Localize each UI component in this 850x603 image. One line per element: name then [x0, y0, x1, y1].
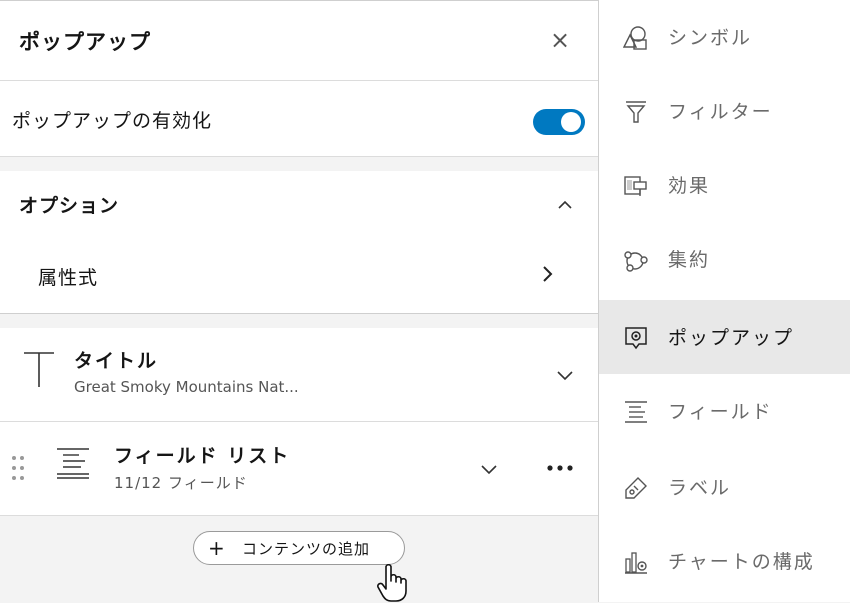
panel-header: ポップアップ ×: [0, 1, 598, 81]
text-icon: [24, 352, 54, 387]
sidebar-item-label: シンボル: [668, 27, 753, 49]
more-options-icon[interactable]: [544, 456, 576, 480]
label-icon: [625, 477, 647, 499]
sidebar-item-label: フィールド: [668, 401, 773, 423]
options-section: オプション 属性式: [0, 171, 598, 314]
popup-icon: [625, 327, 647, 350]
close-icon: ×: [549, 26, 571, 54]
sidebar-item-popup[interactable]: ポップアップ: [599, 300, 850, 374]
hand-cursor-icon: [377, 563, 407, 602]
close-button[interactable]: ×: [546, 26, 574, 54]
panel-title: ポップアップ: [19, 30, 151, 54]
drag-handle-icon[interactable]: [10, 454, 26, 482]
sidebar-item-label: ポップアップ: [668, 327, 795, 349]
chart-config-icon: [625, 552, 647, 574]
attribute-expressions-item[interactable]: 属性式: [38, 263, 98, 290]
popup-panel: ポップアップ × ポップアップの有効化 オプション 属性式 タイトル Great…: [0, 0, 598, 602]
chevron-up-icon[interactable]: [553, 193, 577, 217]
field-list-card-name: フィールド リスト: [114, 445, 291, 467]
plus-icon: +: [208, 536, 225, 560]
enable-popup-label: ポップアップの有効化: [12, 110, 213, 132]
sidebar-item-label: チャートの構成: [668, 551, 815, 573]
chevron-down-icon[interactable]: [478, 458, 500, 480]
title-content-card[interactable]: タイトル Great Smoky Mountains Nat...: [0, 328, 598, 422]
enable-popup-row: ポップアップの有効化: [0, 81, 598, 157]
sidebar-item-effects[interactable]: 効果: [599, 148, 850, 222]
sidebar-item-filter[interactable]: フィルター: [599, 74, 850, 148]
field-list-icon: [57, 448, 89, 479]
sidebar-item-label: ラベル: [668, 477, 732, 499]
title-card-subtitle: Great Smoky Mountains Nat...: [74, 378, 299, 396]
toggle-knob: [561, 112, 581, 132]
title-card-name: タイトル: [74, 350, 159, 372]
sidebar-item-label: 集約: [668, 249, 711, 271]
aggregation-icon: [624, 251, 648, 272]
enable-popup-toggle[interactable]: [533, 109, 585, 135]
field-list-content-card[interactable]: フィールド リスト 11/12 フィールド: [0, 422, 598, 516]
filter-icon: [626, 101, 646, 123]
sidebar-item-chart-config[interactable]: チャートの構成: [599, 524, 850, 598]
layer-settings-sidebar: シンボル フィルター 効果 集約 ポップアップ フィールド ラベル チャートの構…: [598, 0, 850, 602]
add-content-button[interactable]: + コンテンツの追加: [193, 531, 405, 565]
sidebar-item-fields[interactable]: フィールド: [599, 374, 850, 448]
options-heading: オプション: [19, 195, 120, 217]
add-content-label: コンテンツの追加: [242, 540, 371, 558]
sidebar-item-labels[interactable]: ラベル: [599, 450, 850, 524]
chevron-right-icon[interactable]: [536, 263, 558, 285]
sidebar-item-aggregation[interactable]: 集約: [599, 222, 850, 296]
chevron-down-icon[interactable]: [554, 364, 576, 386]
sidebar-item-symbol[interactable]: シンボル: [599, 0, 850, 74]
sidebar-item-label: フィルター: [668, 101, 773, 123]
fields-icon: [625, 401, 647, 423]
effects-icon: [624, 176, 647, 196]
sidebar-item-label: 効果: [668, 175, 711, 197]
field-list-card-subtitle: 11/12 フィールド: [114, 474, 248, 492]
symbol-icon: [623, 26, 647, 50]
